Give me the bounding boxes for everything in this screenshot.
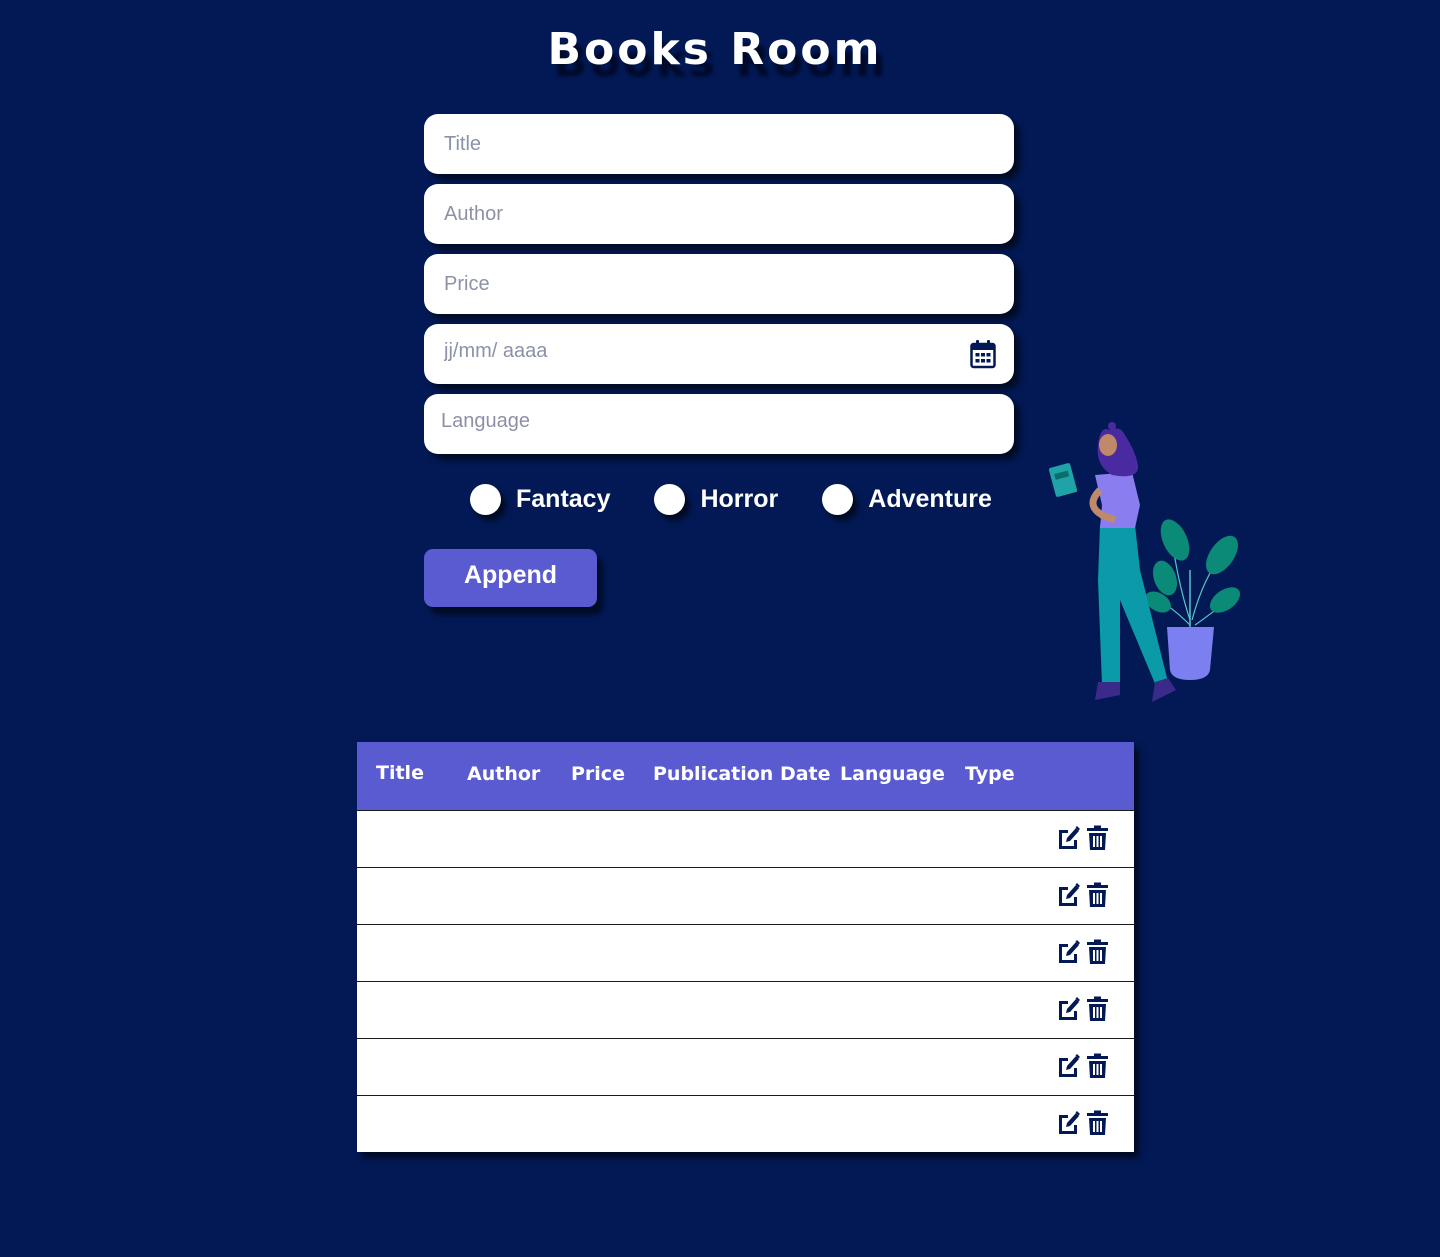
edit-icon[interactable] xyxy=(1056,996,1081,1022)
trash-icon[interactable] xyxy=(1085,996,1110,1022)
radio-button[interactable] xyxy=(822,484,854,515)
column-header-author: Author xyxy=(467,763,541,785)
price-input[interactable] xyxy=(442,253,996,315)
trash-icon[interactable] xyxy=(1085,882,1110,908)
edit-icon[interactable] xyxy=(1056,1053,1081,1079)
language-input[interactable] xyxy=(439,390,996,458)
author-field[interactable] xyxy=(424,183,1014,245)
title-input[interactable] xyxy=(442,113,996,175)
radio-horror[interactable]: Horror xyxy=(654,484,778,515)
radio-button[interactable] xyxy=(470,484,501,515)
trash-icon[interactable] xyxy=(1085,825,1110,851)
edit-icon[interactable] xyxy=(1056,1110,1081,1136)
table-row xyxy=(357,1038,1134,1095)
radio-adventure[interactable]: Adventure xyxy=(822,484,992,515)
column-header-language: Language xyxy=(840,763,945,785)
type-radio-group: Fantacy Horror Adventure xyxy=(470,484,1036,515)
price-field[interactable] xyxy=(424,253,1014,315)
radio-fantacy[interactable]: Fantacy xyxy=(470,484,610,515)
trash-icon[interactable] xyxy=(1085,1110,1110,1136)
page-title: Books Room xyxy=(547,24,883,75)
column-header-type: Type xyxy=(965,763,1015,785)
language-field[interactable] xyxy=(424,390,1014,458)
radio-label: Fantacy xyxy=(516,485,611,513)
table-row xyxy=(357,1095,1134,1152)
edit-icon[interactable] xyxy=(1056,882,1081,908)
trash-icon[interactable] xyxy=(1085,1053,1110,1079)
column-header-title: Title xyxy=(376,762,424,784)
edit-icon[interactable] xyxy=(1056,939,1081,965)
table-row xyxy=(357,924,1134,981)
table-row xyxy=(357,810,1134,867)
reading-woman-illustration xyxy=(1048,422,1241,702)
table-row xyxy=(357,867,1134,924)
calendar-icon[interactable] xyxy=(970,339,996,369)
date-input[interactable] xyxy=(442,320,964,388)
column-header-publication-date: Publication Date xyxy=(653,763,831,785)
date-field[interactable] xyxy=(424,320,1014,388)
radio-label: Adventure xyxy=(868,485,992,513)
table-header: Title Author Price Publication Date Lang… xyxy=(357,742,1134,810)
radio-button[interactable] xyxy=(654,484,686,515)
column-header-price: Price xyxy=(571,763,625,785)
append-button[interactable]: Append xyxy=(424,549,597,607)
radio-label: Horror xyxy=(700,485,779,513)
trash-icon[interactable] xyxy=(1085,939,1110,965)
author-input[interactable] xyxy=(442,183,996,245)
table-row xyxy=(357,981,1134,1038)
books-table: Title Author Price Publication Date Lang… xyxy=(357,742,1134,1152)
title-field[interactable] xyxy=(424,113,1014,175)
edit-icon[interactable] xyxy=(1056,825,1081,851)
